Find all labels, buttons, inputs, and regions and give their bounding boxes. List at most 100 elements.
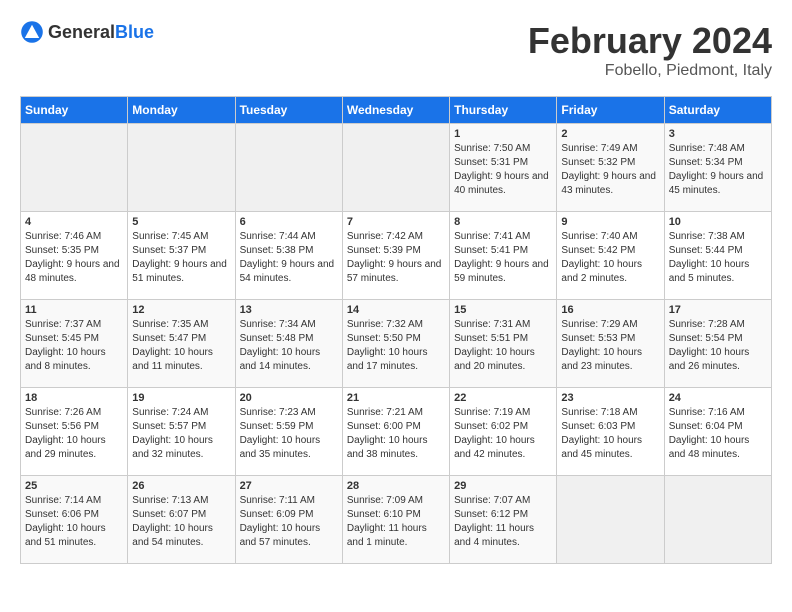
day-info: Sunrise: 7:26 AMSunset: 5:56 PMDaylight:… — [25, 406, 123, 462]
calendar-week-row: 25 Sunrise: 7:14 AMSunset: 6:06 PMDayligh… — [21, 476, 772, 564]
day-number: 14 — [347, 304, 445, 316]
day-number: 16 — [561, 304, 659, 316]
table-row: 9Sunrise: 7:40 AMSunset: 5:42 PMDaylight… — [557, 212, 664, 300]
day-info: Sunrise: 7:35 AMSunset: 5:47 PMDaylight:… — [132, 318, 230, 374]
table-row: 26 Sunrise: 7:13 AMSunset: 6:07 PMDayligh… — [128, 476, 235, 564]
day-info: Sunrise: 7:34 AMSunset: 5:48 PMDaylight:… — [240, 318, 338, 374]
table-row — [235, 124, 342, 212]
table-row: 4 Sunrise: 7:46 AMSunset: 5:35 PMDaylight… — [21, 212, 128, 300]
calendar-table: Sunday Monday Tuesday Wednesday Thursday… — [20, 96, 772, 564]
day-number: 11 — [25, 304, 123, 316]
table-row — [21, 124, 128, 212]
day-info: Sunrise: 7:44 AMSunset: 5:38 PMDaylight:… — [240, 230, 338, 286]
day-number: 24 — [669, 392, 767, 404]
logo-text: GeneralBlue — [48, 22, 154, 43]
day-number: 21 — [347, 392, 445, 404]
col-monday: Monday — [128, 97, 235, 124]
day-info: Sunrise: 7:46 AMSunset: 5:35 PMDaylight:… — [25, 230, 123, 286]
table-row: 10 Sunrise: 7:38 AMSunset: 5:44 PMDayligh… — [664, 212, 771, 300]
day-number: 19 — [132, 392, 230, 404]
day-info: Sunrise: 7:29 AMSunset: 5:53 PMDaylight:… — [561, 318, 659, 374]
day-number: 20 — [240, 392, 338, 404]
table-row: 11Sunrise: 7:37 AMSunset: 5:45 PMDayligh… — [21, 300, 128, 388]
day-number: 9 — [561, 216, 659, 228]
day-info: Sunrise: 7:38 AMSunset: 5:44 PMDaylight:… — [669, 230, 767, 286]
table-row: 17Sunrise: 7:28 AMSunset: 5:54 PMDayligh… — [664, 300, 771, 388]
calendar-week-row: 1 Sunrise: 7:50 AMSunset: 5:31 PMDaylight… — [21, 124, 772, 212]
day-info: Sunrise: 7:18 AMSunset: 6:03 PMDaylight:… — [561, 406, 659, 462]
day-number: 23 — [561, 392, 659, 404]
table-row: 13 Sunrise: 7:34 AMSunset: 5:48 PMDayligh… — [235, 300, 342, 388]
table-row: 2 Sunrise: 7:49 AMSunset: 5:32 PMDaylight… — [557, 124, 664, 212]
day-info: Sunrise: 7:19 AMSunset: 6:02 PMDaylight:… — [454, 406, 552, 462]
table-row: 19 Sunrise: 7:24 AMSunset: 5:57 PMDayligh… — [128, 388, 235, 476]
day-info: Sunrise: 7:32 AMSunset: 5:50 PMDaylight:… — [347, 318, 445, 374]
table-row — [128, 124, 235, 212]
day-info: Sunrise: 7:13 AMSunset: 6:07 PMDaylight:… — [132, 494, 230, 550]
calendar-week-row: 4 Sunrise: 7:46 AMSunset: 5:35 PMDaylight… — [21, 212, 772, 300]
col-thursday: Thursday — [450, 97, 557, 124]
logo-general: General — [48, 22, 115, 42]
col-sunday: Sunday — [21, 97, 128, 124]
col-saturday: Saturday — [664, 97, 771, 124]
day-number: 7 — [347, 216, 445, 228]
day-info: Sunrise: 7:07 AMSunset: 6:12 PMDaylight:… — [454, 494, 552, 550]
day-number: 8 — [454, 216, 552, 228]
table-row: 8Sunrise: 7:41 AMSunset: 5:41 PMDaylight… — [450, 212, 557, 300]
table-row — [342, 124, 449, 212]
table-row: 14 Sunrise: 7:32 AMSunset: 5:50 PMDayligh… — [342, 300, 449, 388]
day-info: Sunrise: 7:50 AMSunset: 5:31 PMDaylight:… — [454, 142, 552, 198]
day-info: Sunrise: 7:21 AMSunset: 6:00 PMDaylight:… — [347, 406, 445, 462]
day-number: 10 — [669, 216, 767, 228]
table-row: 5 Sunrise: 7:45 AMSunset: 5:37 PMDaylight… — [128, 212, 235, 300]
table-row: 6 Sunrise: 7:44 AMSunset: 5:38 PMDaylight… — [235, 212, 342, 300]
table-row: 22 Sunrise: 7:19 AMSunset: 6:02 PMDayligh… — [450, 388, 557, 476]
day-info: Sunrise: 7:11 AMSunset: 6:09 PMDaylight:… — [240, 494, 338, 550]
day-number: 4 — [25, 216, 123, 228]
day-info: Sunrise: 7:14 AMSunset: 6:06 PMDaylight:… — [25, 494, 123, 550]
day-info: Sunrise: 7:48 AMSunset: 5:34 PMDaylight:… — [669, 142, 767, 198]
table-row: 24 Sunrise: 7:16 AMSunset: 6:04 PMDayligh… — [664, 388, 771, 476]
day-number: 6 — [240, 216, 338, 228]
day-number: 27 — [240, 480, 338, 492]
table-row: 25 Sunrise: 7:14 AMSunset: 6:06 PMDayligh… — [21, 476, 128, 564]
table-row: 20 Sunrise: 7:23 AMSunset: 5:59 PMDayligh… — [235, 388, 342, 476]
day-number: 28 — [347, 480, 445, 492]
table-row: 23 Sunrise: 7:18 AMSunset: 6:03 PMDayligh… — [557, 388, 664, 476]
table-row: 7Sunrise: 7:42 AMSunset: 5:39 PMDaylight… — [342, 212, 449, 300]
day-info: Sunrise: 7:23 AMSunset: 5:59 PMDaylight:… — [240, 406, 338, 462]
header: GeneralBlue February 2024 Fobello, Piedm… — [20, 20, 772, 80]
table-row: 15 Sunrise: 7:31 AMSunset: 5:51 PMDayligh… — [450, 300, 557, 388]
table-row: 27 Sunrise: 7:11 AMSunset: 6:09 PMDayligh… — [235, 476, 342, 564]
day-info: Sunrise: 7:31 AMSunset: 5:51 PMDaylight:… — [454, 318, 552, 374]
day-number: 22 — [454, 392, 552, 404]
day-number: 25 — [25, 480, 123, 492]
day-number: 15 — [454, 304, 552, 316]
day-info: Sunrise: 7:49 AMSunset: 5:32 PMDaylight:… — [561, 142, 659, 198]
day-info: Sunrise: 7:28 AMSunset: 5:54 PMDaylight:… — [669, 318, 767, 374]
table-row: 28Sunrise: 7:09 AMSunset: 6:10 PMDayligh… — [342, 476, 449, 564]
day-number: 13 — [240, 304, 338, 316]
day-number: 26 — [132, 480, 230, 492]
day-number: 12 — [132, 304, 230, 316]
day-number: 2 — [561, 128, 659, 140]
day-info: Sunrise: 7:24 AMSunset: 5:57 PMDaylight:… — [132, 406, 230, 462]
col-tuesday: Tuesday — [235, 97, 342, 124]
table-row: 29Sunrise: 7:07 AMSunset: 6:12 PMDayligh… — [450, 476, 557, 564]
logo-blue: Blue — [115, 22, 154, 42]
table-row: 12 Sunrise: 7:35 AMSunset: 5:47 PMDayligh… — [128, 300, 235, 388]
day-info: Sunrise: 7:45 AMSunset: 5:37 PMDaylight:… — [132, 230, 230, 286]
day-number: 5 — [132, 216, 230, 228]
day-number: 1 — [454, 128, 552, 140]
table-row — [664, 476, 771, 564]
table-row: 21 Sunrise: 7:21 AMSunset: 6:00 PMDayligh… — [342, 388, 449, 476]
logo: GeneralBlue — [20, 20, 154, 44]
main-title: February 2024 — [528, 20, 772, 62]
table-row: 3 Sunrise: 7:48 AMSunset: 5:34 PMDaylight… — [664, 124, 771, 212]
logo-icon — [20, 20, 44, 44]
subtitle: Fobello, Piedmont, Italy — [528, 62, 772, 80]
day-info: Sunrise: 7:16 AMSunset: 6:04 PMDaylight:… — [669, 406, 767, 462]
col-wednesday: Wednesday — [342, 97, 449, 124]
day-number: 3 — [669, 128, 767, 140]
calendar-week-row: 11Sunrise: 7:37 AMSunset: 5:45 PMDayligh… — [21, 300, 772, 388]
